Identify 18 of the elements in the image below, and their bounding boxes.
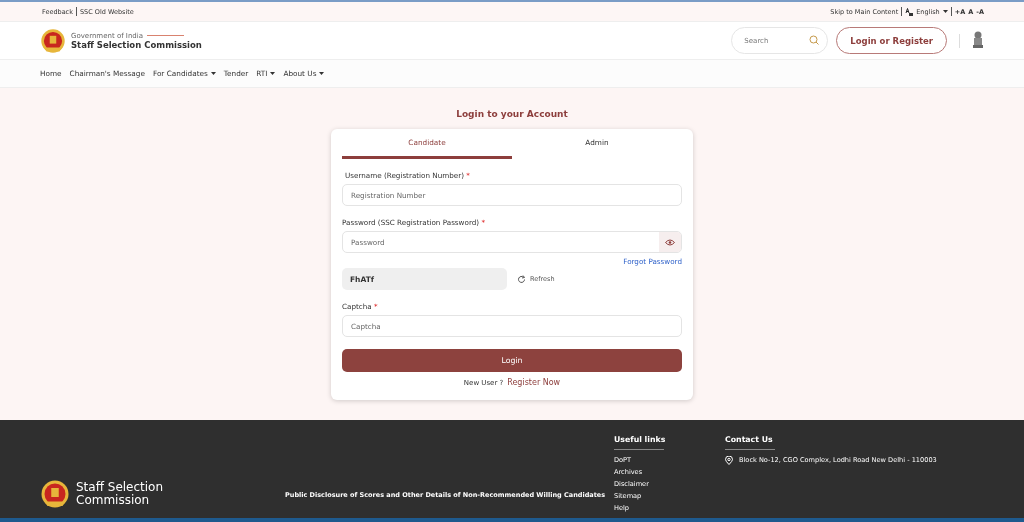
emblem-logo bbox=[40, 479, 70, 509]
login-register-button[interactable]: Login or Register bbox=[836, 27, 947, 54]
show-password-button[interactable] bbox=[659, 232, 681, 252]
org-name: Staff Selection Commission bbox=[71, 39, 202, 50]
footer-brand: Staff Selection Commission bbox=[76, 481, 165, 507]
search-icon bbox=[809, 35, 820, 45]
translate-icon bbox=[905, 7, 914, 16]
caret-icon bbox=[942, 10, 948, 13]
login-title: Login to your Account bbox=[456, 109, 568, 119]
caret-icon bbox=[319, 72, 325, 75]
national-emblem-icon bbox=[972, 30, 984, 51]
refresh-icon bbox=[517, 274, 526, 284]
register-link[interactable]: Register Now bbox=[507, 378, 561, 387]
eye-icon bbox=[665, 238, 675, 246]
caret-icon bbox=[210, 72, 216, 75]
emblem-logo bbox=[40, 27, 66, 54]
location-pin-icon bbox=[725, 455, 733, 465]
caret-icon bbox=[270, 72, 276, 75]
